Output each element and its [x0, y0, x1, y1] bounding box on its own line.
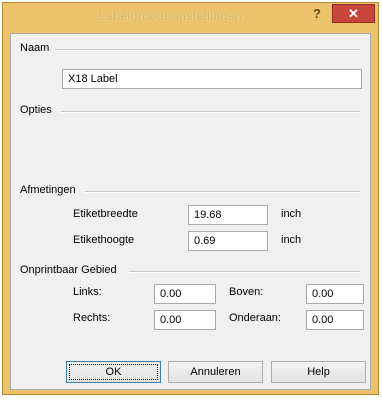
margin-top-label: Boven: — [229, 286, 264, 298]
group-afmetingen-divider — [85, 191, 360, 193]
label-height-input[interactable]: 0.69 — [188, 231, 268, 251]
title-bar[interactable]: Labelgrootte-instellingen ? ✕ — [3, 3, 378, 29]
dialog-client-area: Naam X18 Label Opties Afmetingen Etiketb… — [10, 33, 371, 390]
group-onprintbaar-divider — [129, 271, 360, 273]
group-naam-divider — [55, 49, 360, 51]
margin-right-label: Rechts: — [73, 312, 111, 324]
margin-right-input[interactable]: 0.00 — [154, 310, 216, 330]
margin-left-label: Links: — [73, 286, 102, 298]
label-width-label: Etiketbreedte — [73, 208, 138, 220]
dialog-window: Labelgrootte-instellingen ? ✕ Naam X18 L… — [2, 2, 379, 395]
cancel-button[interactable]: Annuleren — [168, 361, 263, 383]
margin-bottom-input[interactable]: 0.00 — [306, 310, 364, 330]
label-width-input[interactable]: 19.68 — [188, 205, 268, 225]
group-onprintbaar-label: Onprintbaar Gebied — [20, 264, 117, 276]
margin-bottom-label: Onderaan: — [229, 312, 281, 324]
group-afmetingen-label: Afmetingen — [20, 184, 76, 196]
ok-button-label: OK — [105, 366, 122, 378]
label-height-label: Etikethoogte — [73, 234, 135, 246]
close-button[interactable]: ✕ — [332, 4, 375, 23]
help-button-label: Help — [307, 366, 330, 378]
window-title: Labelgrootte-instellingen — [98, 9, 243, 23]
margin-top-input[interactable]: 0.00 — [306, 284, 364, 304]
group-opties-divider — [61, 111, 360, 113]
label-name-input[interactable]: X18 Label — [62, 69, 362, 89]
label-width-unit: inch — [281, 208, 302, 220]
help-button[interactable]: Help — [271, 361, 366, 383]
label-height-unit: inch — [281, 234, 302, 246]
group-naam-label: Naam — [20, 42, 50, 54]
help-icon[interactable]: ? — [305, 4, 329, 23]
cancel-button-label: Annuleren — [190, 366, 241, 378]
group-opties-label: Opties — [20, 104, 52, 116]
margin-left-input[interactable]: 0.00 — [154, 284, 216, 304]
ok-button[interactable]: OK — [66, 361, 161, 383]
